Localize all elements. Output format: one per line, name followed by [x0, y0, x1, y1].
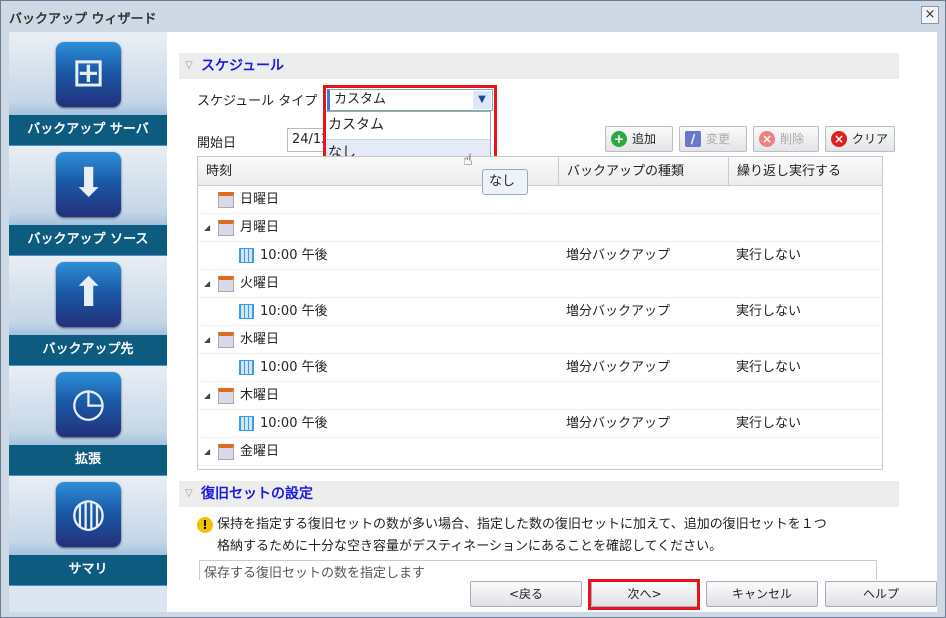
day-label: 木曜日: [240, 388, 280, 403]
section-title: 復旧セットの設定: [201, 486, 313, 502]
day-label: 水曜日: [240, 332, 280, 347]
column-repeat[interactable]: 繰り返し実行する: [729, 157, 882, 186]
day-label: 火曜日: [240, 276, 280, 291]
sidebar-item-2[interactable]: ⬆ バックアップ先: [9, 256, 167, 366]
calendar-day-icon: [218, 276, 234, 292]
add-label: 追加: [632, 132, 657, 146]
time-label: 10:00 午後: [260, 416, 328, 431]
calendar-day-icon: [218, 220, 234, 236]
window-title: バックアップ ウィザード: [9, 12, 157, 27]
delete-button[interactable]: × 削除: [753, 126, 819, 152]
table-row[interactable]: 10:00 午後 増分バックアップ 実行しない: [198, 298, 882, 326]
sidebar-item-label: サマリ: [9, 555, 167, 585]
warning-line-2: 格納するために十分な空き容量がデスティネーションにあることを確認してください。: [217, 539, 723, 554]
wizard-window: バックアップ ウィザード × ⊞ バックアップ サーバ ⬇ バックアップ ソース ⬆ バッ…: [0, 0, 946, 618]
recovery-section-header[interactable]: ▽ 復旧セットの設定: [179, 481, 899, 507]
x-circle-icon: ×: [759, 131, 775, 147]
x-circle-icon: ×: [831, 131, 847, 147]
expand-triangle-icon[interactable]: ◢: [204, 270, 210, 298]
column-backup-type[interactable]: バックアップの種類: [559, 157, 729, 186]
table-row[interactable]: ◢ 月曜日: [198, 214, 882, 242]
expand-triangle-icon[interactable]: ◢: [204, 214, 210, 242]
tooltip: なし: [482, 169, 528, 195]
repeat-value: 実行しない: [736, 416, 802, 431]
table-row[interactable]: 10:00 午後 増分バックアップ 実行しない: [198, 410, 882, 438]
backup-type: 増分バックアップ: [566, 304, 671, 319]
day-label: 月曜日: [240, 220, 280, 235]
disk-upload-icon: ⬆: [56, 262, 121, 327]
table-row[interactable]: ◢ 火曜日: [198, 270, 882, 298]
calendar-day-icon: [218, 444, 234, 460]
sidebar-item-3[interactable]: ◷ 拡張: [9, 366, 167, 476]
back-button[interactable]: <戻る: [470, 581, 582, 607]
collapse-triangle-icon: ▽: [185, 60, 193, 71]
expand-triangle-icon[interactable]: ◢: [204, 438, 210, 466]
expand-triangle-icon[interactable]: ◢: [204, 382, 210, 410]
calendar-time-icon: [239, 360, 254, 375]
collapse-triangle-icon: ▽: [185, 488, 193, 499]
edit-label: 変更: [706, 132, 731, 146]
recovery-set-box: 保存する復旧セットの数を指定します: [199, 560, 877, 580]
table-row[interactable]: ◢ 金曜日: [198, 438, 882, 466]
backup-type: 増分バックアップ: [566, 248, 671, 263]
delete-label: 削除: [780, 132, 805, 146]
repeat-value: 実行しない: [736, 248, 802, 263]
close-button[interactable]: ×: [921, 6, 939, 24]
calendar-day-icon: [218, 192, 234, 208]
clear-button[interactable]: × クリア: [825, 126, 895, 152]
schedule-type-label: スケジュール タイプ: [197, 94, 318, 109]
plus-icon: +: [611, 131, 627, 147]
time-label: 10:00 午後: [260, 304, 328, 319]
add-button[interactable]: + 追加: [605, 126, 673, 152]
main-panel: ▽ スケジュール スケジュール タイプ カスタム ▼ 開始日 24/12 カスタム …: [167, 32, 937, 612]
disk-download-icon: ⬇: [56, 152, 121, 217]
calendar-time-icon: [239, 416, 254, 431]
calendar-time-icon: [239, 248, 254, 263]
table-row[interactable]: 10:00 午後 増分バックアップ 実行しない: [198, 242, 882, 270]
server-network-icon: ⊞: [56, 42, 121, 107]
calendar-day-icon: [218, 332, 234, 348]
start-date-label: 開始日: [197, 136, 237, 151]
warning-line-1: 保持を指定する復旧セットの数が多い場合、指定した数の復旧セットに加えて、追加の復…: [217, 517, 827, 532]
sidebar-item-label: バックアップ サーバ: [9, 115, 167, 145]
sidebar-item-label: バックアップ先: [9, 335, 167, 365]
table-row[interactable]: ◢ 水曜日: [198, 326, 882, 354]
time-label: 10:00 午後: [260, 248, 328, 263]
calendar-time-icon: [239, 304, 254, 319]
sidebar: ⊞ バックアップ サーバ ⬇ バックアップ ソース ⬆ バックアップ先 ◷ 拡張 ◍ サマリ: [9, 32, 167, 612]
cancel-button[interactable]: キャンセル: [706, 581, 818, 607]
sidebar-item-label: 拡張: [9, 445, 167, 475]
edit-button[interactable]: / 変更: [679, 126, 747, 152]
sidebar-item-0[interactable]: ⊞ バックアップ サーバ: [9, 36, 167, 146]
day-label: 日曜日: [240, 192, 280, 207]
schedule-section-header[interactable]: ▽ スケジュール: [179, 53, 899, 79]
repeat-value: 実行しない: [736, 360, 802, 375]
clock-icon: ◷: [56, 372, 121, 437]
clear-label: クリア: [852, 132, 889, 146]
schedule-table: 時刻 バックアップの種類 繰り返し実行する 日曜日 ◢ 月曜日 10:00 午後 増分バ…: [197, 156, 883, 470]
sidebar-item-4[interactable]: ◍ サマリ: [9, 476, 167, 586]
table-header: 時刻 バックアップの種類 繰り返し実行する: [198, 157, 882, 186]
expand-triangle-icon[interactable]: ◢: [204, 326, 210, 354]
table-row[interactable]: 日曜日: [198, 186, 882, 214]
highlight-box: [588, 579, 700, 610]
time-label: 10:00 午後: [260, 360, 328, 375]
sidebar-item-label: バックアップ ソース: [9, 225, 167, 255]
globe-icon: ◍: [56, 482, 121, 547]
table-row[interactable]: 10:00 午後 増分バックアップ 実行しない: [198, 354, 882, 382]
help-button[interactable]: ヘルプ: [825, 581, 937, 607]
recovery-set-text: 保存する復旧セットの数を指定します: [204, 566, 426, 580]
section-title: スケジュール: [201, 58, 285, 74]
calendar-day-icon: [218, 388, 234, 404]
warning-message: ! 保持を指定する復旧セットの数が多い場合、指定した数の復旧セットに加えて、追加…: [197, 514, 877, 558]
backup-type: 増分バックアップ: [566, 416, 671, 431]
pencil-icon: /: [685, 131, 701, 147]
table-row[interactable]: ◢ 木曜日: [198, 382, 882, 410]
day-label: 金曜日: [240, 444, 280, 459]
repeat-value: 実行しない: [736, 304, 802, 319]
backup-type: 増分バックアップ: [566, 360, 671, 375]
warning-icon: !: [197, 517, 213, 533]
sidebar-item-1[interactable]: ⬇ バックアップ ソース: [9, 146, 167, 256]
hand-cursor-icon: ☝: [463, 150, 473, 169]
